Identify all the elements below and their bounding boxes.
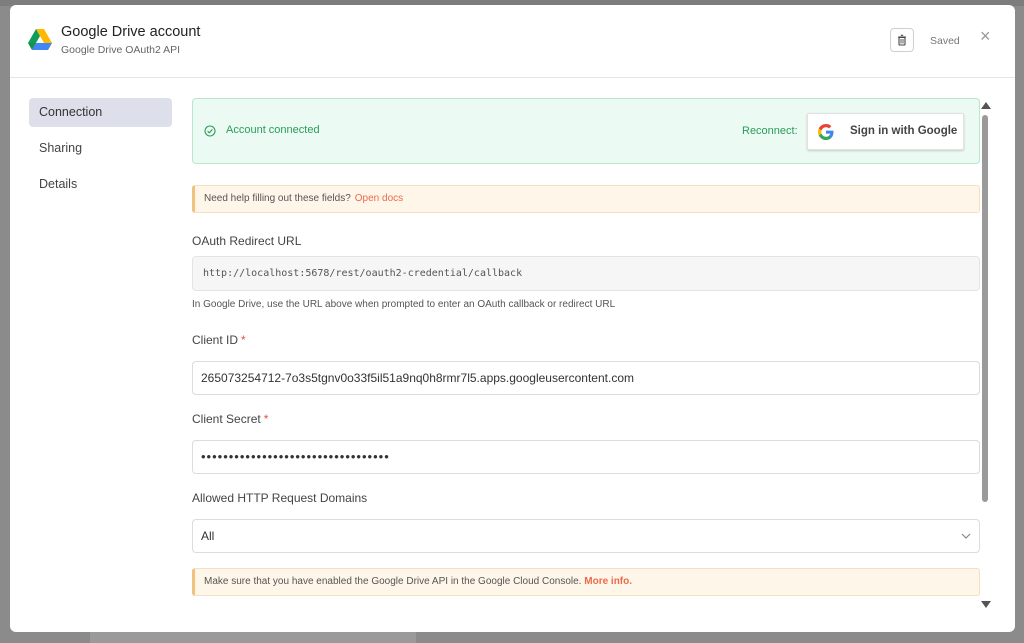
modal-subtitle: Google Drive OAuth2 API	[61, 44, 181, 56]
redirect-url-field[interactable]: http://localhost:5678/rest/oauth2-creden…	[192, 256, 980, 291]
sidebar-item-sharing[interactable]: Sharing	[29, 134, 172, 163]
chevron-down-icon	[961, 533, 971, 539]
connection-status-banner: Account connected Reconnect: Sign in wit…	[192, 98, 980, 164]
modal-header: Google Drive account Google Drive OAuth2…	[10, 5, 1015, 78]
sidebar-nav: Connection Sharing Details	[29, 98, 172, 206]
connection-status-text: Account connected	[226, 124, 320, 136]
open-docs-link[interactable]: Open docs	[355, 193, 403, 204]
close-icon[interactable]: ×	[980, 27, 991, 45]
sign-in-with-google-button[interactable]: Sign in with Google	[807, 113, 964, 150]
content-scrollbar[interactable]	[980, 98, 992, 618]
allowed-domains-select[interactable]: All	[192, 519, 980, 553]
credential-modal: Google Drive account Google Drive OAuth2…	[10, 5, 1015, 632]
client-id-label: Client ID *	[192, 333, 246, 347]
sidebar-item-details[interactable]: Details	[29, 170, 172, 199]
client-id-label-text: Client ID	[192, 333, 239, 347]
client-secret-label: Client Secret *	[192, 412, 268, 426]
modal-title: Google Drive account	[61, 24, 201, 40]
client-secret-input[interactable]: ••••••••••••••••••••••••••••••••••	[192, 440, 980, 474]
help-text: Need help filling out these fields?	[204, 193, 351, 204]
check-circle-icon	[204, 125, 216, 137]
redirect-url-label: OAuth Redirect URL	[192, 234, 302, 248]
client-secret-label-text: Client Secret	[192, 412, 261, 426]
background-panel	[90, 632, 416, 643]
scroll-up-arrow-icon[interactable]	[981, 102, 991, 109]
required-marker: *	[263, 412, 269, 426]
client-id-input[interactable]: 265073254712-7o3s5tgnv0o33f5il51a9nq0h8r…	[192, 361, 980, 395]
saved-status: Saved	[930, 35, 960, 47]
api-note-text: Make sure that you have enabled the Goog…	[204, 576, 582, 587]
reconnect-label: Reconnect:	[742, 125, 798, 137]
more-info-link[interactable]: More info.	[584, 576, 632, 587]
help-callout: Need help filling out these fields? Open …	[192, 185, 980, 213]
google-button-label: Sign in with Google	[850, 125, 958, 137]
trash-icon	[898, 34, 906, 46]
allowed-domains-label: Allowed HTTP Request Domains	[192, 491, 368, 505]
allowed-domains-value: All	[201, 529, 215, 543]
scroll-down-arrow-icon[interactable]	[981, 601, 991, 608]
redirect-url-hint: In Google Drive, use the URL above when …	[192, 299, 616, 310]
required-marker: *	[241, 333, 246, 347]
delete-button[interactable]	[890, 28, 914, 52]
google-drive-logo-icon	[28, 29, 52, 50]
sidebar-item-connection[interactable]: Connection	[29, 98, 172, 127]
scrollbar-thumb[interactable]	[982, 115, 988, 502]
api-enable-notice: Make sure that you have enabled the Goog…	[192, 568, 980, 596]
google-g-icon	[818, 124, 834, 140]
